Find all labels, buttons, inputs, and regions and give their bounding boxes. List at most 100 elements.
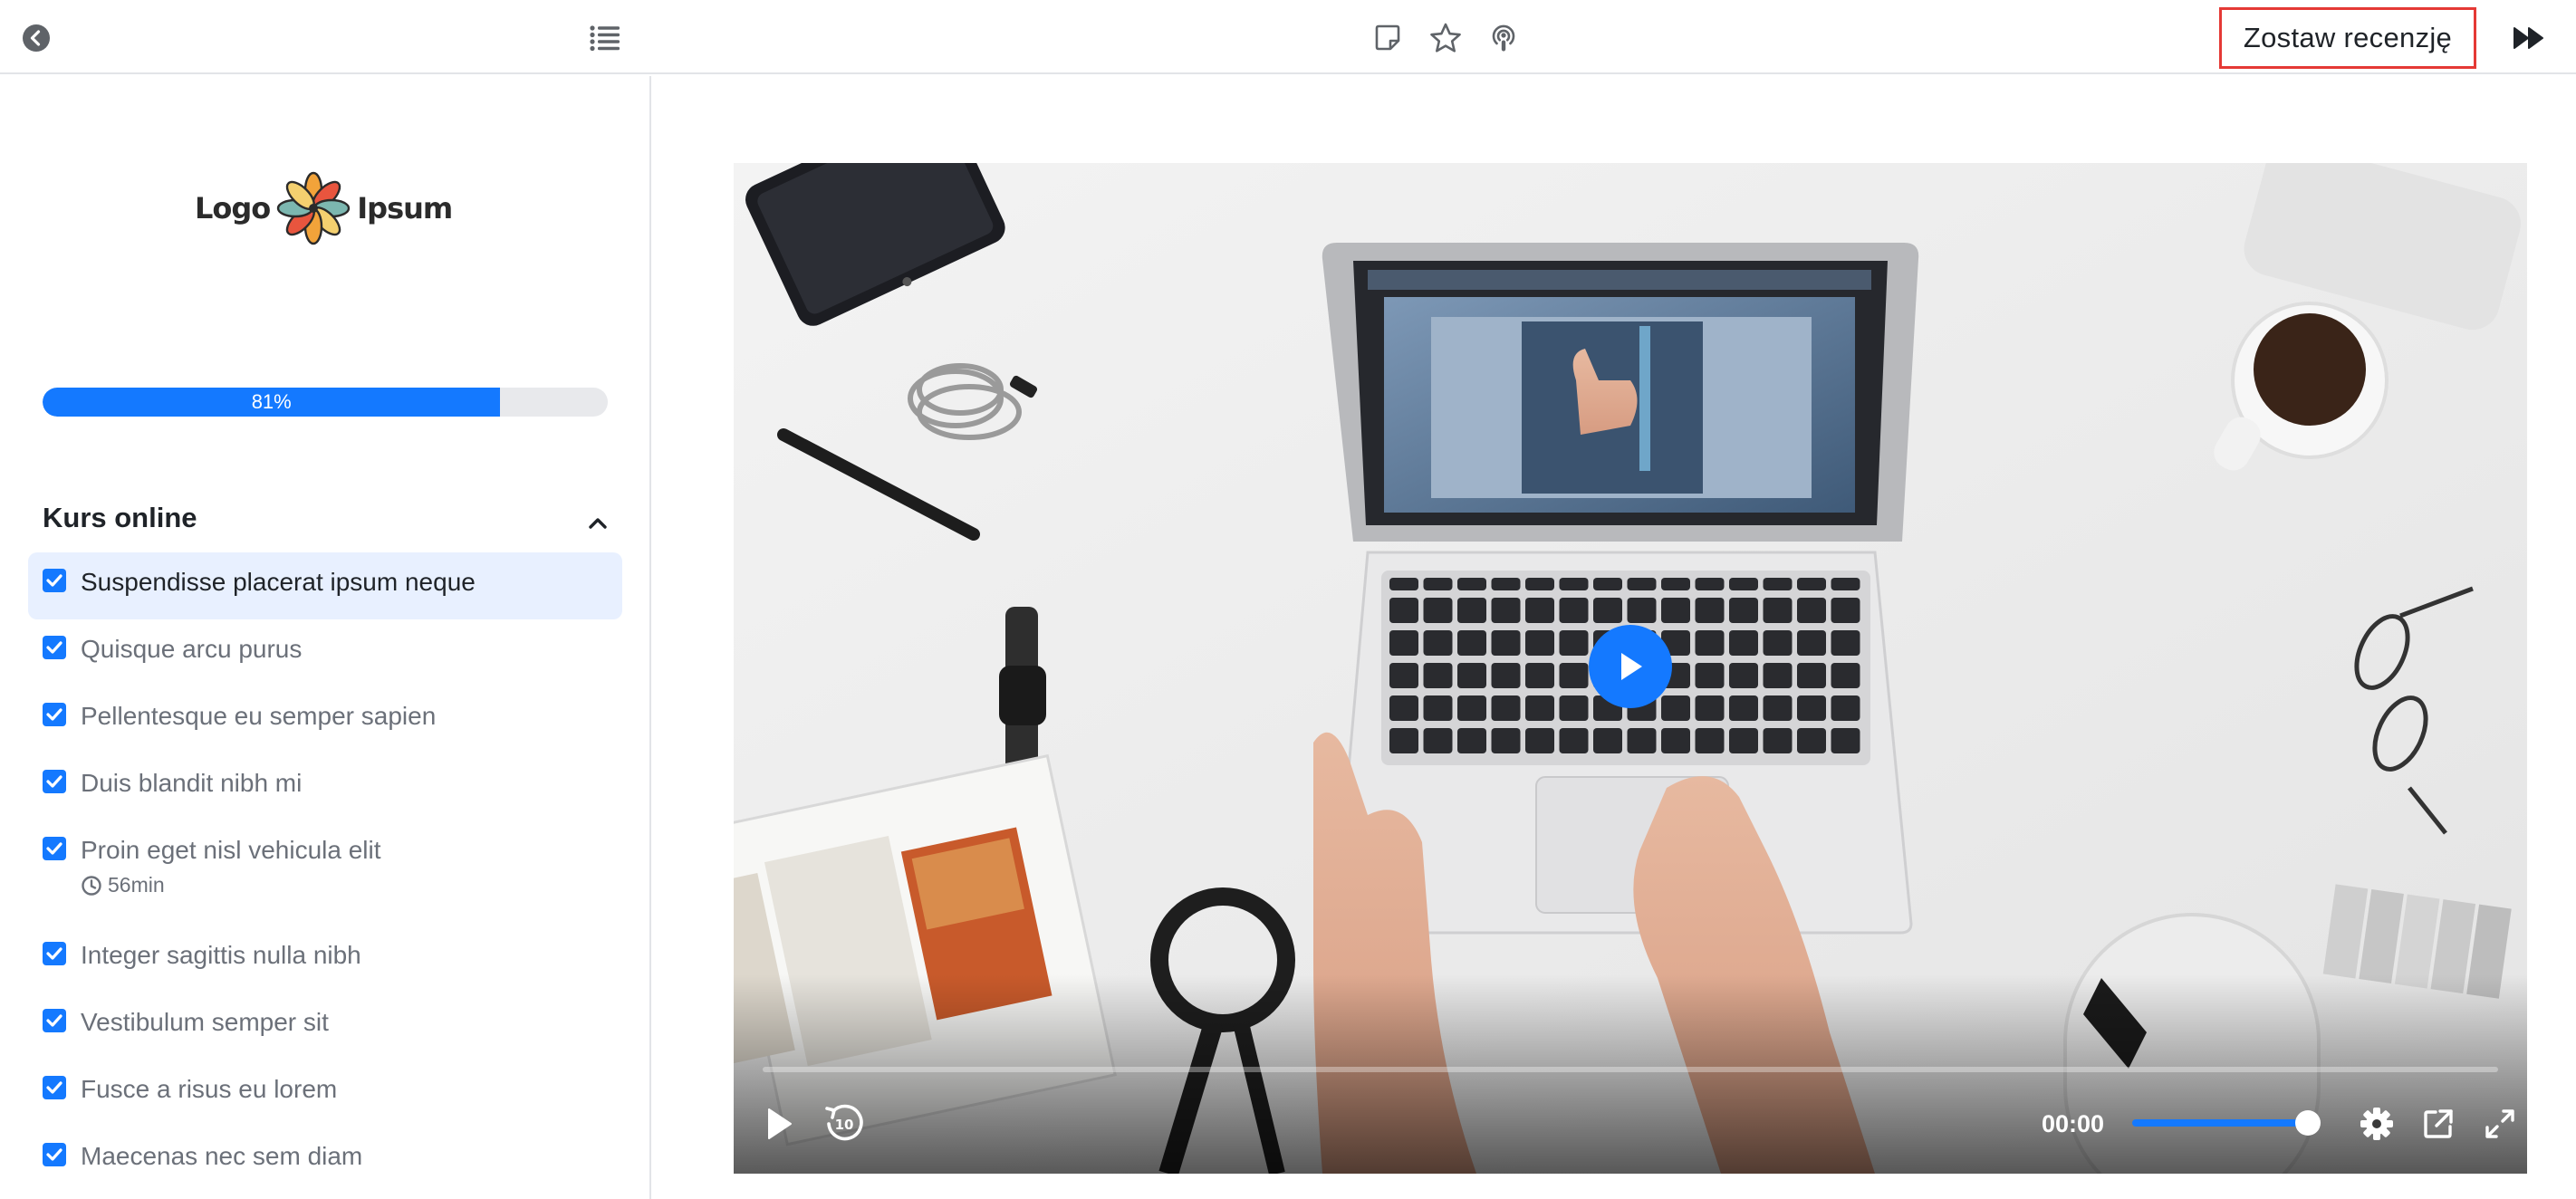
keyboard-key <box>1491 598 1521 623</box>
course-sidebar: Logo Ipsum 81% Kurs online Suspendisse p… <box>0 76 651 1199</box>
volume-knob[interactable] <box>2295 1110 2321 1136</box>
fullscreen-button[interactable] <box>2478 1101 2522 1146</box>
settings-button[interactable] <box>2355 1101 2398 1146</box>
keyboard-key <box>1797 598 1826 623</box>
seek-bar[interactable] <box>763 1067 2498 1072</box>
lesson-checkbox[interactable] <box>43 1076 66 1099</box>
keyboard-key <box>1797 728 1826 753</box>
play-overlay-button[interactable] <box>1589 625 1672 708</box>
checkmark-icon <box>46 1081 62 1094</box>
lesson-body: Pellentesque eu semper sapien <box>81 701 436 732</box>
keyboard-key <box>1457 663 1486 688</box>
checkmark-icon <box>46 1148 62 1161</box>
keyboard-key <box>1457 598 1486 623</box>
keyboard-key <box>1729 598 1758 623</box>
lesson-checkbox[interactable] <box>43 703 66 726</box>
video-player[interactable]: 10 00:00 <box>734 163 2527 1174</box>
notes-button[interactable] <box>1368 18 1408 58</box>
lesson-item[interactable]: Vestibulum semper sit <box>28 993 622 1060</box>
checkmark-icon <box>46 842 62 855</box>
lesson-item[interactable]: Integer sagittis nulla nibh <box>28 926 622 993</box>
keyboard-key <box>1627 578 1657 590</box>
lesson-checkbox[interactable] <box>43 770 66 793</box>
play-icon <box>1621 653 1642 680</box>
rewind-10s-button[interactable]: 10 <box>821 1101 868 1146</box>
logo-text-right: Ipsum <box>357 191 453 225</box>
section-title: Kurs online <box>43 502 197 533</box>
keyboard-key <box>1661 598 1690 623</box>
keyboard-key <box>1525 630 1554 656</box>
lesson-item[interactable]: Proin eget nisl vehicula elit 56min <box>28 820 622 926</box>
back-button[interactable] <box>16 18 56 58</box>
keyboard-key <box>1491 578 1521 590</box>
lesson-checkbox[interactable] <box>43 569 66 592</box>
progress-label: 81% <box>251 390 292 413</box>
lesson-list: Suspendisse placerat ipsum neque Quisque … <box>28 552 622 1194</box>
keyboard-key <box>1423 630 1453 656</box>
lesson-item[interactable]: Suspendisse placerat ipsum neque <box>28 552 622 619</box>
play-icon <box>768 1108 792 1139</box>
keyboard-key <box>1389 728 1418 753</box>
keyboard-key <box>1491 728 1521 753</box>
sticky-note-icon <box>1375 24 1400 51</box>
chevron-left-circle-icon <box>23 24 50 52</box>
expand-icon <box>2485 1109 2514 1138</box>
checkmark-icon <box>46 775 62 788</box>
keyboard-key <box>1729 728 1758 753</box>
keyboard-key <box>1457 578 1486 590</box>
keyboard-key <box>1423 578 1453 590</box>
favorite-button[interactable] <box>1426 18 1466 58</box>
lesson-item[interactable]: Duis blandit nibh mi <box>28 753 622 820</box>
collapse-section-button[interactable] <box>583 509 612 538</box>
lesson-checkbox[interactable] <box>43 1143 66 1166</box>
lessons-menu-button[interactable] <box>585 18 625 58</box>
keyboard-key <box>1559 598 1589 623</box>
course-progress-bar: 81% <box>43 388 608 417</box>
lesson-title: Integer sagittis nulla nibh <box>81 941 361 969</box>
keyboard-key <box>1423 695 1453 721</box>
lesson-body: Vestibulum semper sit <box>81 1007 329 1038</box>
keyboard-key <box>1559 695 1589 721</box>
keyboard-key <box>1593 598 1622 623</box>
checkmark-icon <box>46 1014 62 1027</box>
checkmark-icon <box>46 574 62 587</box>
keyboard-key <box>1831 728 1860 753</box>
keyboard-key <box>1831 598 1860 623</box>
keyboard-key <box>1491 663 1521 688</box>
keyboard-key <box>1389 630 1418 656</box>
lesson-checkbox[interactable] <box>43 636 66 659</box>
play-button[interactable] <box>757 1101 801 1146</box>
podcast-button[interactable] <box>1484 18 1523 58</box>
lesson-body: Fusce a risus eu lorem <box>81 1074 337 1105</box>
keyboard-key <box>1831 663 1860 688</box>
keyboard-key <box>1729 663 1758 688</box>
lesson-title: Proin eget nisl vehicula elit <box>81 836 381 864</box>
lesson-item[interactable]: Pellentesque eu semper sapien <box>28 686 622 753</box>
keyboard-key <box>1695 695 1725 721</box>
lesson-item[interactable]: Maecenas nec sem diam <box>28 1127 622 1194</box>
lesson-checkbox[interactable] <box>43 1009 66 1032</box>
keyboard-key <box>1525 728 1554 753</box>
open-external-button[interactable] <box>2417 1101 2460 1146</box>
keyboard-key <box>1389 695 1418 721</box>
lesson-title: Vestibulum semper sit <box>81 1008 329 1036</box>
volume-slider[interactable] <box>2132 1110 2321 1136</box>
keyboard-key <box>1525 695 1554 721</box>
lesson-checkbox[interactable] <box>43 837 66 860</box>
keyboard-key <box>1457 695 1486 721</box>
keyboard-key <box>1763 630 1793 656</box>
lesson-item[interactable]: Quisque arcu purus <box>28 619 622 686</box>
chevron-up-icon <box>589 518 607 529</box>
keyboard-key <box>1389 598 1418 623</box>
lesson-checkbox[interactable] <box>43 942 66 965</box>
checkmark-icon <box>46 641 62 654</box>
keyboard-key <box>1729 578 1758 590</box>
svg-text:10: 10 <box>835 1117 854 1133</box>
keyboard-key <box>1593 728 1622 753</box>
keyboard-key <box>1695 630 1725 656</box>
keyboard-key <box>1831 630 1860 656</box>
leave-review-button[interactable]: Zostaw recenzję <box>2219 7 2476 69</box>
flower-logo-icon <box>277 171 351 245</box>
next-lesson-button[interactable] <box>2507 18 2551 58</box>
lesson-item[interactable]: Fusce a risus eu lorem <box>28 1060 622 1127</box>
